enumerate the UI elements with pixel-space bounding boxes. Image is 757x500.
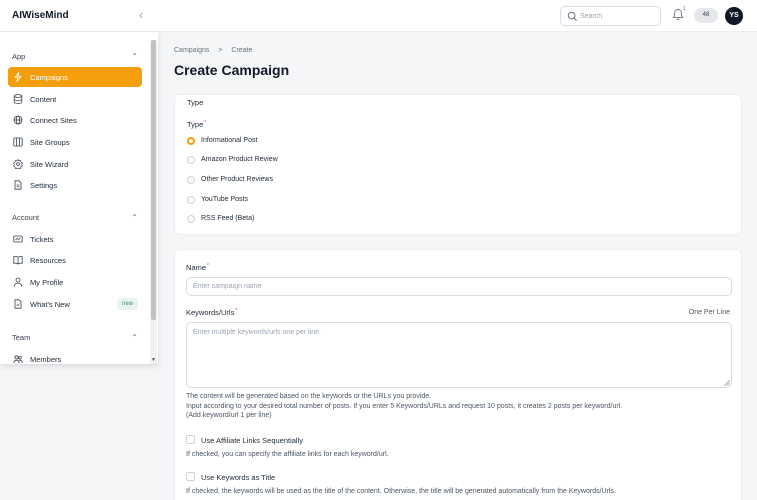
search-icon xyxy=(567,11,577,21)
sidebar-item-site-wizard[interactable]: Site Wizard xyxy=(8,154,142,174)
campaign-name-input[interactable] xyxy=(186,277,732,296)
keywords-label-text: Keywords/Urls xyxy=(186,308,235,317)
sidebar-item-my-profile[interactable]: My Profile xyxy=(8,272,142,292)
sidebar-item-tickets[interactable]: Tickets xyxy=(8,229,142,249)
sidebar-item-label: Settings xyxy=(30,181,58,190)
affiliate-links-help: If checked, you can specify the affiliat… xyxy=(186,451,389,458)
breadcrumb-campaigns[interactable]: Campaigns xyxy=(174,47,209,54)
radio-label[interactable]: Informational Post xyxy=(201,137,257,144)
chevron-up-icon: ⌃ xyxy=(131,52,138,61)
required-mark: * xyxy=(207,263,209,269)
name-field-label: Name* xyxy=(186,263,209,272)
sidebar-item-label: Tickets xyxy=(30,235,54,244)
sidebar-scrollbar[interactable]: ▼ xyxy=(150,40,157,364)
keywords-help: The content will be generated based on t… xyxy=(186,392,622,421)
credits-badge[interactable]: 48 xyxy=(694,8,718,23)
sidebar-item-label: My Profile xyxy=(30,278,64,287)
sidebar-item-connect-sites[interactable]: Connect Sites xyxy=(8,110,142,130)
chevron-up-icon: ⌃ xyxy=(131,333,138,342)
sidebar-item-label: What's New xyxy=(30,300,70,309)
radio-label[interactable]: Other Product Reviews xyxy=(201,176,273,183)
search-input[interactable] xyxy=(580,9,658,24)
sidebar-item-label: Site Wizard xyxy=(30,160,69,169)
radio-informational-post[interactable] xyxy=(187,137,195,145)
name-label-text: Name xyxy=(186,263,207,272)
sidebar-item-settings[interactable]: Settings xyxy=(8,175,142,195)
globe-icon xyxy=(13,115,23,125)
sidebar-item-members[interactable]: Members xyxy=(8,349,142,364)
keywords-textarea[interactable] xyxy=(186,322,732,388)
columns-icon xyxy=(13,137,23,147)
gear-icon xyxy=(13,159,23,169)
page-title: Create Campaign xyxy=(174,62,290,78)
type-card-heading: Type xyxy=(187,98,204,107)
type-field-label: Type* xyxy=(187,120,206,129)
breadcrumb-separator-icon: > xyxy=(218,47,223,54)
type-card: Type Type* Informational Post Amazon Pro… xyxy=(174,94,742,235)
news-icon xyxy=(14,299,22,309)
keywords-help-line: The content will be generated based on t… xyxy=(186,393,432,400)
keywords-help-line: (Add keyword/url 1 per line) xyxy=(186,412,272,419)
sidebar-item-label: Campaigns xyxy=(30,73,68,82)
sidebar-item-label: Resources xyxy=(30,256,66,265)
scrollbar-thumb[interactable] xyxy=(151,40,156,320)
keywords-help-line: Input according to your desired total nu… xyxy=(186,402,623,410)
radio-amazon-product-review[interactable] xyxy=(187,156,195,164)
section-account-header[interactable]: Account ⌃ xyxy=(12,213,138,225)
sidebar-item-site-groups[interactable]: Site Groups xyxy=(8,132,142,152)
keywords-field-label: Keywords/Urls* xyxy=(186,308,237,317)
keywords-as-title-label[interactable]: Use Keywords as Title xyxy=(201,473,275,482)
avatar[interactable]: YS xyxy=(725,7,743,25)
database-icon xyxy=(13,94,23,104)
scroll-down-icon[interactable]: ▼ xyxy=(151,358,156,363)
sidebar-item-label: Members xyxy=(30,355,62,364)
section-label: App xyxy=(12,52,26,61)
members-icon xyxy=(13,355,23,364)
affiliate-links-checkbox[interactable] xyxy=(186,435,195,444)
radio-rss-feed[interactable] xyxy=(187,215,195,223)
sidebar-item-campaigns[interactable]: Campaigns xyxy=(8,67,142,87)
resize-handle-icon[interactable] xyxy=(724,380,730,386)
lightning-icon xyxy=(14,72,22,82)
collapse-sidebar-icon[interactable]: ‹ xyxy=(134,8,148,22)
type-label-text: Type xyxy=(187,120,204,129)
required-mark: * xyxy=(204,120,207,126)
breadcrumb-current: Create xyxy=(231,47,253,54)
section-label: Account xyxy=(12,213,40,222)
user-icon xyxy=(13,277,23,287)
keywords-as-title-help: If checked, the keywords will be used as… xyxy=(186,488,616,495)
book-icon xyxy=(13,255,23,265)
radio-label[interactable]: Amazon Product Review xyxy=(201,156,278,163)
section-app-header[interactable]: App ⌃ xyxy=(12,52,138,64)
document-icon xyxy=(14,180,22,190)
sidebar-item-label: Site Groups xyxy=(30,138,70,147)
sidebar-item-content[interactable]: Content xyxy=(8,89,142,109)
required-mark: * xyxy=(235,308,238,314)
ticket-icon xyxy=(13,235,23,243)
new-badge: new xyxy=(116,298,138,310)
sidebar-item-whats-new[interactable]: What's New new xyxy=(8,294,142,314)
breadcrumb: Campaigns > Create xyxy=(174,47,259,54)
details-card: Name* Keywords/Urls* One Per Line The co… xyxy=(174,249,742,500)
radio-label[interactable]: RSS Feed (Beta) xyxy=(201,215,254,222)
affiliate-links-label[interactable]: Use Affiliate Links Sequentially xyxy=(201,436,303,445)
keywords-as-title-checkbox[interactable] xyxy=(186,472,195,481)
sidebar-item-label: Content xyxy=(30,95,57,104)
sidebar-item-label: Connect Sites xyxy=(30,116,77,125)
top-bar: AIWiseMind ‹ 1 48 YS xyxy=(0,0,757,32)
sidebar: App ⌃ Campaigns Content Connect Sites Si… xyxy=(0,32,158,364)
one-per-line-hint: One Per Line xyxy=(688,309,730,316)
notification-count: 1 xyxy=(683,6,686,12)
chevron-up-icon: ⌃ xyxy=(131,213,138,222)
search-box[interactable] xyxy=(560,6,661,26)
radio-youtube-posts[interactable] xyxy=(187,196,195,204)
sidebar-item-resources[interactable]: Resources xyxy=(8,250,142,270)
section-team-header[interactable]: Team ⌃ xyxy=(12,333,138,345)
section-label: Team xyxy=(12,333,31,342)
app-logo[interactable]: AIWiseMind xyxy=(12,10,69,21)
radio-label[interactable]: YouTube Posts xyxy=(201,196,248,203)
radio-other-product-reviews[interactable] xyxy=(187,176,195,184)
